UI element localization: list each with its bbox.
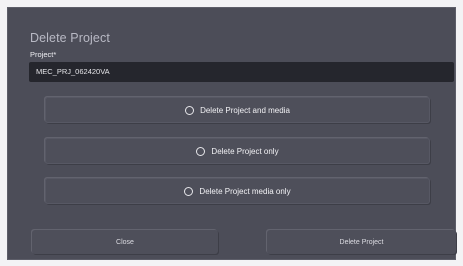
delete-project-dialog: Delete Project Project* MEC_PRJ_062420VA… — [7, 7, 456, 260]
option-delete-project-only[interactable]: Delete Project only — [45, 138, 430, 164]
option-delete-project-and-media[interactable]: Delete Project and media — [45, 97, 430, 123]
radio-unchecked-icon[interactable] — [185, 105, 195, 115]
option-label: Delete Project only — [211, 146, 279, 156]
dialog-title: Delete Project — [30, 31, 110, 45]
project-field-label: Project* — [30, 50, 57, 59]
option-label: Delete Project media only — [199, 186, 291, 196]
option-delete-project-media-only[interactable]: Delete Project media only — [45, 178, 430, 204]
radio-unchecked-icon[interactable] — [196, 146, 206, 156]
delete-project-button[interactable]: Delete Project — [267, 230, 456, 254]
project-field[interactable]: MEC_PRJ_062420VA — [29, 62, 454, 82]
option-label: Delete Project and media — [200, 105, 290, 115]
radio-unchecked-icon[interactable] — [184, 186, 194, 196]
close-button[interactable]: Close — [32, 230, 218, 254]
